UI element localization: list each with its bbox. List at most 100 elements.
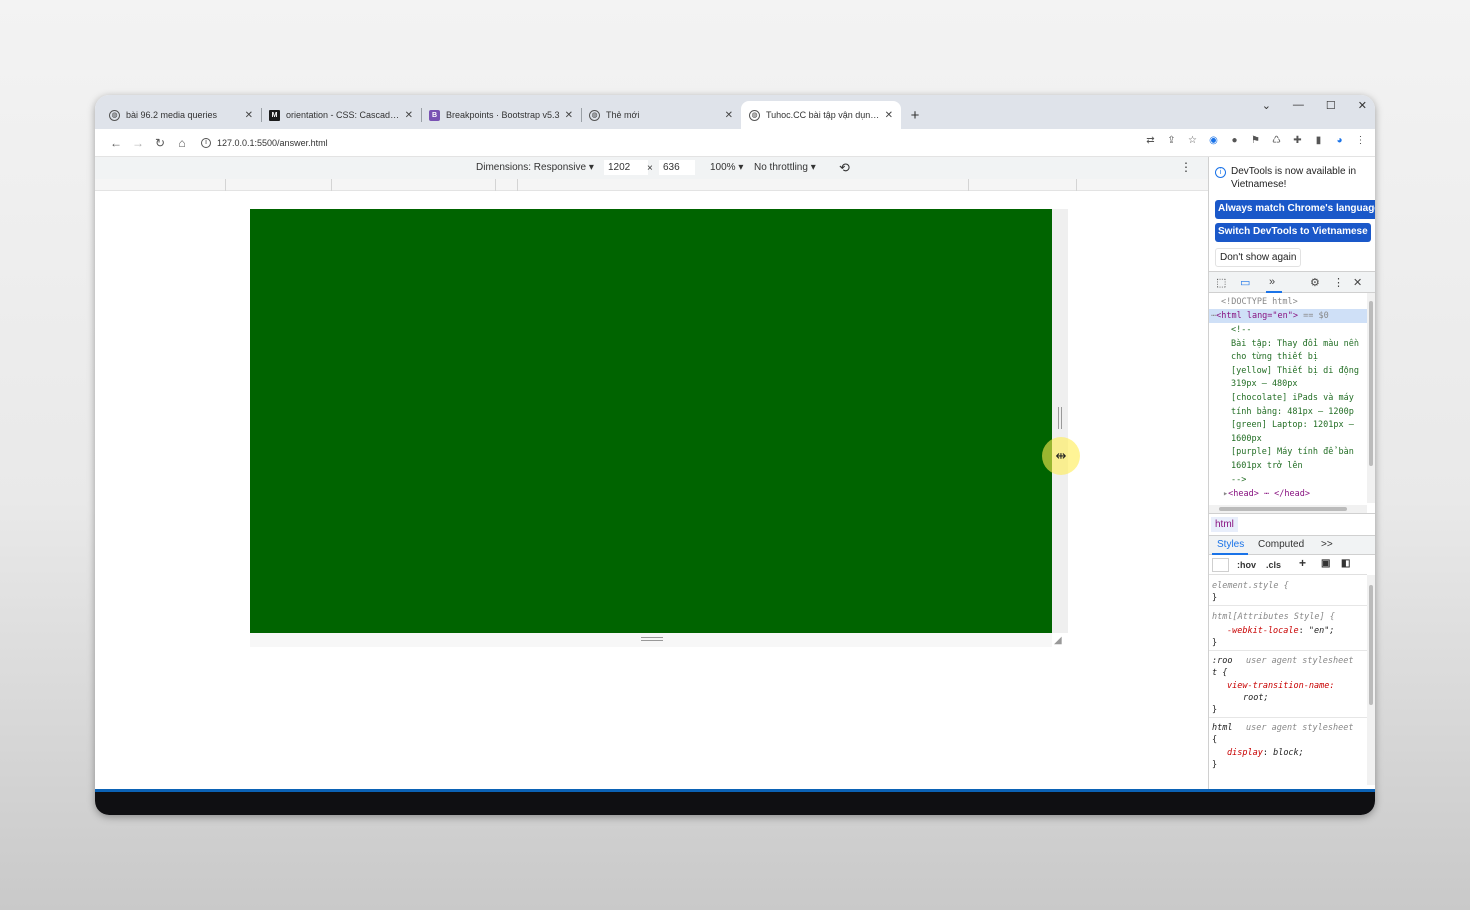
throttling-dropdown[interactable]: No throttling ▾ (754, 162, 816, 173)
elements-hscrollbar[interactable] (1209, 505, 1367, 513)
back-icon[interactable]: ← (105, 136, 127, 150)
side-panel-icon[interactable]: ▮ (1312, 135, 1325, 146)
devtools-panel: i DevTools is now available in Vietnames… (1208, 157, 1375, 789)
tab-mdn-orientation[interactable]: M orientation - CSS: Cascading Sty ✕ (261, 101, 421, 129)
resize-handle-right[interactable] (1052, 209, 1068, 633)
breadcrumb-html[interactable]: html (1211, 517, 1238, 532)
reload-icon[interactable]: ↻ (149, 136, 171, 150)
comment-line: cho từng thiết bị (1231, 352, 1318, 363)
media-query-ruler (95, 179, 1208, 191)
close-icon[interactable]: ✕ (565, 110, 573, 121)
tab-strip: ◍ bài 96.2 media queries ✕ M orientation… (95, 95, 1375, 129)
menu-kebab-icon[interactable]: ⋮ (1354, 135, 1367, 146)
home-icon[interactable]: ⌂ (171, 136, 193, 150)
display-declaration[interactable]: display: block; (1227, 748, 1304, 758)
devtools-toolbar: ⬚ ▭ » ⚙ ⋮ ✕ (1209, 271, 1375, 293)
elements-scrollbar[interactable] (1367, 293, 1375, 503)
tab-bootstrap-breakpoints[interactable]: B Breakpoints · Bootstrap v5.3 ✕ (421, 101, 581, 129)
site-info-icon[interactable]: i (201, 137, 211, 148)
width-input[interactable]: 1202 (604, 160, 648, 175)
height-input[interactable]: 636 (659, 160, 695, 175)
forward-icon[interactable]: → (127, 136, 149, 150)
paint-icon[interactable]: ▣ (1321, 558, 1330, 569)
share-icon[interactable]: ⇪ (1165, 135, 1178, 146)
device-viewport: ◢ ⇹ (95, 191, 1208, 789)
settings-gear-icon[interactable]: ⚙ (1310, 276, 1320, 289)
sidebar-toggle-icon[interactable]: ◧ (1341, 558, 1350, 569)
close-icon[interactable]: ✕ (405, 110, 413, 121)
resize-cursor-icon: ⇹ (1042, 437, 1080, 475)
styles-tabs: Styles Computed >> (1209, 535, 1375, 555)
html-selector: html (1212, 723, 1233, 733)
styles-filter-bar: :hov .cls + ▣ ◧ (1209, 555, 1367, 575)
close-window-icon[interactable]: ✕ (1358, 99, 1367, 112)
new-tab-button[interactable]: + (905, 101, 925, 129)
tab-new-tab[interactable]: ◍ Thẻ mới ✕ (581, 101, 741, 129)
minimize-icon[interactable]: — (1293, 99, 1304, 112)
tab-media-queries[interactable]: ◍ bài 96.2 media queries ✕ (101, 101, 261, 129)
translate-icon[interactable]: ⇄ (1144, 135, 1157, 146)
comment-line: 1601px trở lên (1231, 461, 1303, 471)
tab-tuhoc-active[interactable]: ◍ Tuhoc.CC bài tập vận dụng Me ✕ (741, 101, 901, 129)
ua-stylesheet-label: user agent stylesheet (1246, 656, 1354, 666)
add-rule-icon[interactable]: + (1299, 556, 1306, 570)
head-tag: <head> ⋯ </head> (1228, 489, 1311, 499)
close-icon[interactable]: ✕ (245, 110, 253, 121)
view-transition-val: root; (1243, 693, 1269, 703)
html-node[interactable]: ⋯<html lang="en"> == $0 (1211, 311, 1329, 321)
window-controls: ⌄ — ☐ ✕ (1262, 99, 1367, 112)
head-node[interactable]: ▸<head> ⋯ </head> (1223, 489, 1310, 499)
close-devtools-icon[interactable]: ✕ (1353, 276, 1362, 289)
switch-to-vietnamese-button[interactable]: Switch DevTools to Vietnamese (1215, 223, 1371, 242)
comment-line: Bài tập: Thay đổi màu nền (1231, 338, 1359, 349)
hov-toggle[interactable]: :hov (1237, 560, 1256, 570)
more-tabs-icon[interactable]: >> (1321, 539, 1333, 550)
comment-line: [chocolate] iPads và máy (1231, 393, 1354, 403)
dont-show-again-button[interactable]: Don't show again (1215, 248, 1302, 267)
extension-icon[interactable]: ◉ (1207, 135, 1220, 146)
doctype-node[interactable]: <!DOCTYPE html> (1221, 297, 1298, 307)
notice-text: DevTools is now available in Vietnamese! (1231, 166, 1357, 190)
extension-icon[interactable]: ♺ (1270, 135, 1283, 146)
info-icon: i (1215, 167, 1226, 178)
url-text: 127.0.0.1:5500/answer.html (217, 137, 328, 148)
rotate-icon[interactable]: ⟲ (839, 160, 850, 176)
taskbar-strip (95, 789, 1375, 815)
extension-icon[interactable]: ⚑ (1249, 135, 1262, 146)
inspect-element-icon[interactable]: ⬚ (1216, 276, 1226, 289)
close-icon[interactable]: ✕ (725, 110, 733, 121)
rule-close: } (1212, 760, 1218, 770)
resize-corner-icon[interactable]: ◢ (1054, 635, 1062, 646)
bookmark-star-icon[interactable]: ☆ (1186, 135, 1199, 146)
zoom-dropdown[interactable]: 100% ▾ (710, 162, 743, 173)
tab-computed[interactable]: Computed (1258, 539, 1304, 550)
more-panels-icon[interactable]: » (1269, 276, 1275, 288)
rule-close: } (1212, 705, 1218, 715)
styles-scrollbar[interactable] (1367, 575, 1375, 785)
ua-stylesheet-label: user agent stylesheet (1246, 723, 1354, 733)
cls-toggle[interactable]: .cls (1266, 560, 1281, 570)
devtools-menu-icon[interactable]: ⋮ (1333, 276, 1344, 289)
comment-line: [yellow] Thiết bị di động (1231, 365, 1359, 376)
tab-search-icon[interactable]: ⌄ (1262, 99, 1271, 112)
locale-declaration[interactable]: -webkit-locale: "en"; (1227, 626, 1335, 636)
profile-avatar[interactable]: ◕ (1333, 135, 1346, 146)
address-bar[interactable]: i 127.0.0.1:5500/answer.html (201, 137, 328, 148)
view-transition-prop: view-transition-name: (1227, 681, 1335, 691)
always-match-language-button[interactable]: Always match Chrome's language (1215, 200, 1375, 219)
puzzle-icon[interactable]: ✚ (1291, 135, 1304, 146)
extension-icon[interactable]: ● (1228, 135, 1241, 146)
dimensions-dropdown[interactable]: Dimensions: Responsive ▾ (476, 162, 594, 173)
tab-title: bài 96.2 media queries (126, 110, 218, 120)
rule-close: } (1212, 593, 1218, 603)
filter-input[interactable] (1212, 558, 1229, 572)
resize-handle-bottom[interactable] (250, 633, 1052, 647)
device-toggle-icon[interactable]: ▭ (1240, 276, 1250, 289)
dollar-zero: == $0 (1303, 311, 1329, 321)
tab-styles[interactable]: Styles (1217, 539, 1244, 550)
browser-toolbar: ← → ↻ ⌂ i 127.0.0.1:5500/answer.html ⇄ ⇪… (95, 129, 1375, 157)
comment-line: --> (1231, 474, 1247, 485)
maximize-icon[interactable]: ☐ (1326, 99, 1336, 112)
device-options-icon[interactable]: ⋮ (1180, 160, 1192, 174)
close-icon[interactable]: ✕ (885, 110, 893, 121)
